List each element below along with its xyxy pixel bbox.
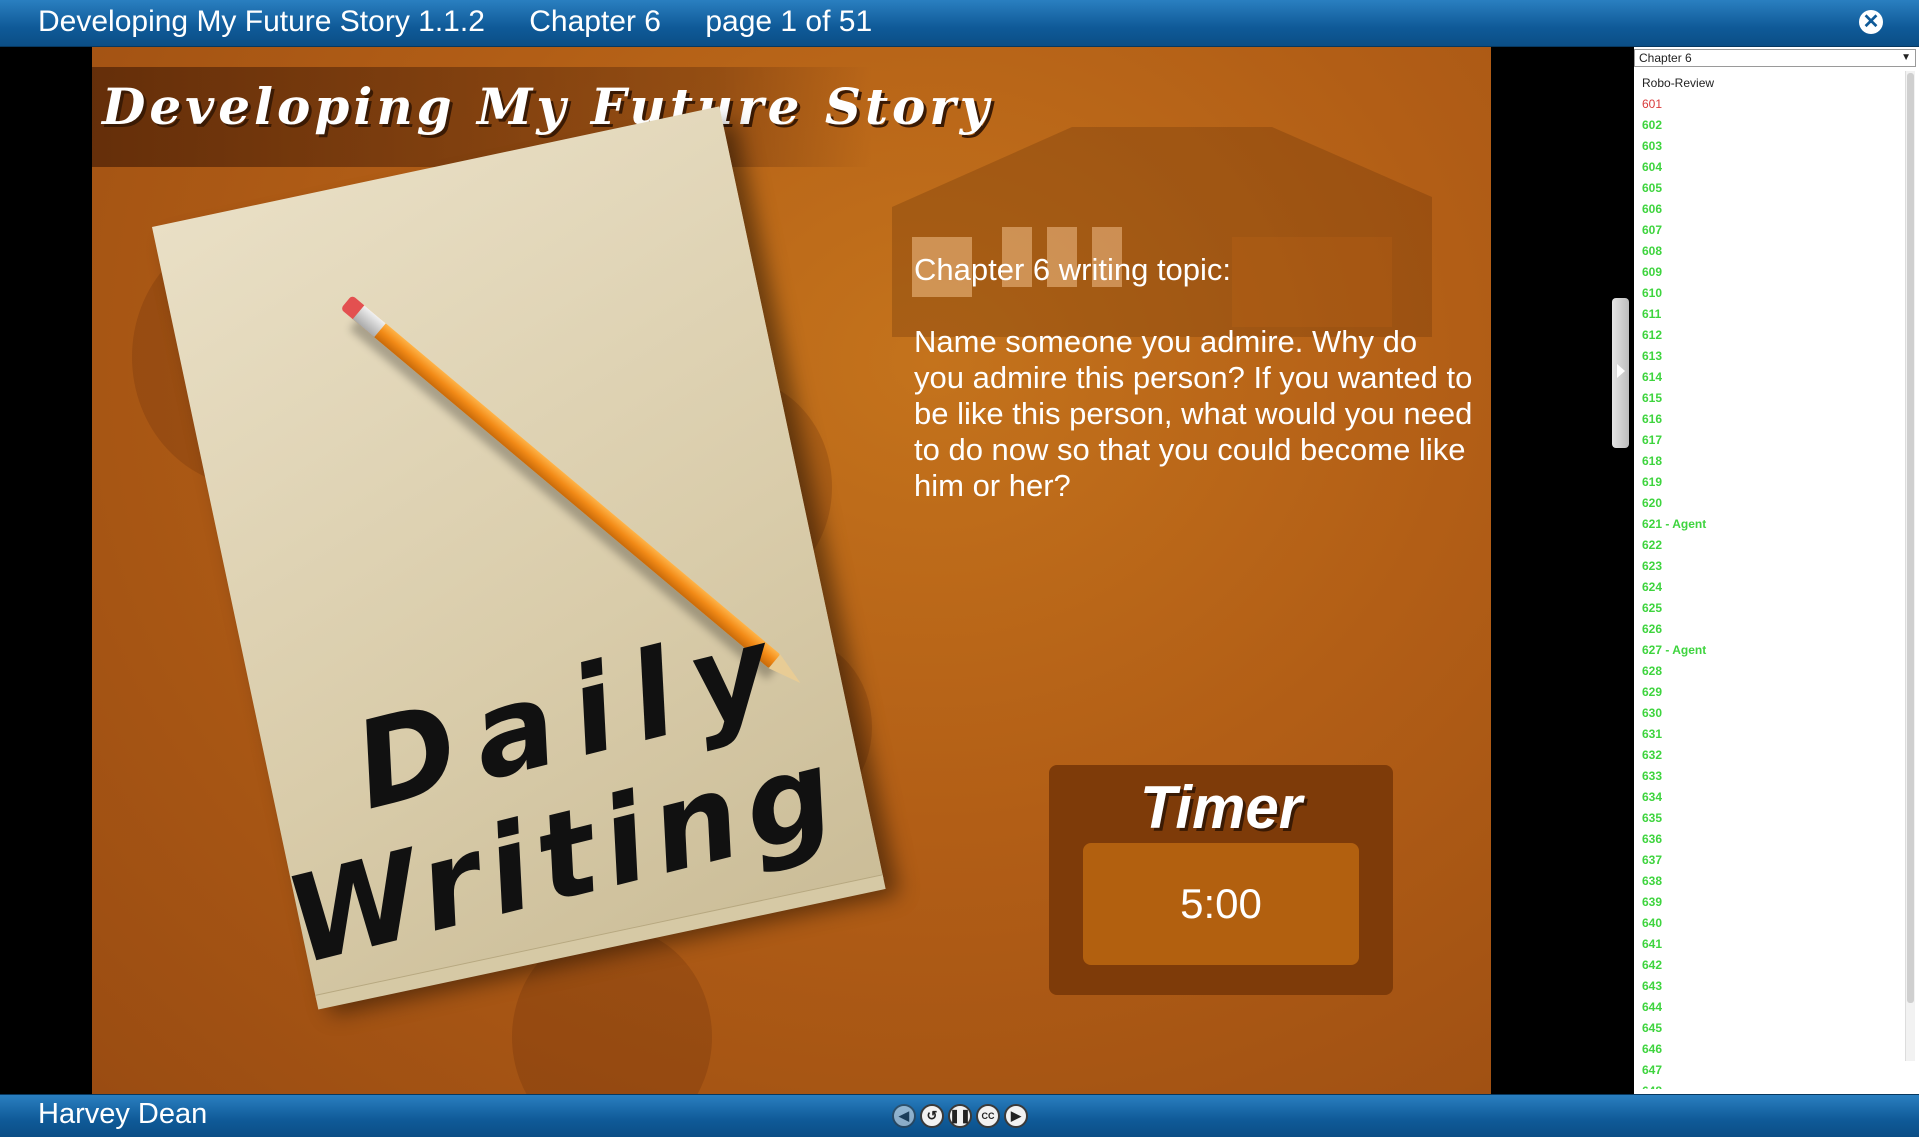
list-item[interactable]: 624 [1642,577,1904,598]
list-item[interactable]: 643 [1642,976,1904,997]
list-item[interactable]: 640 [1642,913,1904,934]
list-item[interactable]: 617 [1642,430,1904,451]
timer-panel: Timer 5:00 [1049,765,1393,995]
list-item[interactable]: 625 [1642,598,1904,619]
list-item[interactable]: 609 [1642,262,1904,283]
list-item[interactable]: 634 [1642,787,1904,808]
navigation-sidebar: Chapter 6 ▼ Robo-Review 601 602 603 604 605 60… [1634,47,1919,1095]
list-item[interactable]: 627 - Agent [1642,640,1904,661]
list-item[interactable]: 620 [1642,493,1904,514]
chapter-select-value: Chapter 6 [1639,51,1692,65]
list-item[interactable]: 647 [1642,1060,1904,1081]
list-item[interactable]: 604 [1642,157,1904,178]
list-item[interactable]: 621 - Agent [1642,514,1904,535]
title-text: Developing My Future Story 1.1.2 Chapter… [38,4,908,40]
list-item[interactable]: 606 [1642,199,1904,220]
list-item[interactable]: 616 [1642,409,1904,430]
list-item[interactable]: 636 [1642,829,1904,850]
back-icon[interactable]: ◀ [892,1104,916,1128]
list-item[interactable]: 619 [1642,472,1904,493]
scrollbar-thumb[interactable] [1907,73,1914,1003]
forward-icon[interactable]: ▶ [1004,1104,1028,1128]
list-item[interactable]: 615 [1642,388,1904,409]
sidebar-scrollbar[interactable] [1905,71,1915,1061]
list-item[interactable]: 630 [1642,703,1904,724]
list-item[interactable]: 633 [1642,766,1904,787]
list-item[interactable]: 611 [1642,304,1904,325]
list-item[interactable]: 629 [1642,682,1904,703]
timer-value: 5:00 [1083,843,1359,965]
list-item[interactable]: 632 [1642,745,1904,766]
list-item[interactable]: 635 [1642,808,1904,829]
list-item[interactable]: 614 [1642,367,1904,388]
list-item[interactable]: 623 [1642,556,1904,577]
page-indicator: page 1 of 51 [705,5,873,38]
footer-bar: Harvey Dean ◀ ↺ ❚❚ CC ▶ [0,1094,1919,1137]
close-icon[interactable]: ✕ [1859,10,1883,34]
list-item[interactable]: 602 [1642,115,1904,136]
list-item[interactable]: 613 [1642,346,1904,367]
pause-icon[interactable]: ❚❚ [948,1104,972,1128]
writing-topic: Chapter 6 writing topic: Name someone yo… [914,252,1474,504]
list-item[interactable]: 610 [1642,283,1904,304]
playback-controls: ◀ ↺ ❚❚ CC ▶ [892,1104,1028,1128]
list-item[interactable]: 603 [1642,136,1904,157]
list-item[interactable]: 645 [1642,1018,1904,1039]
chapter-select[interactable]: Chapter 6 ▼ [1634,49,1916,67]
list-item[interactable]: 626 [1642,619,1904,640]
list-item[interactable]: 646 [1642,1039,1904,1060]
timer-label: Timer [1139,774,1303,841]
list-item[interactable]: 612 [1642,325,1904,346]
chapter-label: Chapter 6 [529,5,661,38]
list-item[interactable]: 637 [1642,850,1904,871]
title-bar: Developing My Future Story 1.1.2 Chapter… [0,0,1919,47]
banner-title: Developing My Future Story [102,77,993,136]
user-name: Harvey Dean [38,1098,208,1130]
topic-question: Name someone you admire. Why do you admi… [914,324,1473,503]
replay-icon[interactable]: ↺ [920,1104,944,1128]
list-item[interactable]: 648 [1642,1081,1904,1089]
list-item[interactable]: 618 [1642,451,1904,472]
app-title: Developing My Future Story 1.1.2 [38,5,485,38]
list-header: Robo-Review [1642,76,1715,90]
page-list: Robo-Review 601 602 603 604 605 606 607 608 609 61… [1642,73,1904,1089]
topic-heading: Chapter 6 writing topic: [914,252,1232,287]
lesson-stage: Developing My Future Story Daily Writing… [92,47,1491,1095]
list-item[interactable]: 639 [1642,892,1904,913]
list-item[interactable]: 608 [1642,241,1904,262]
list-item[interactable]: 601 [1642,94,1904,115]
chevron-down-icon: ▼ [1901,52,1911,63]
chevron-right-icon [1617,364,1625,378]
list-item[interactable]: 607 [1642,220,1904,241]
list-item[interactable]: 622 [1642,535,1904,556]
list-item[interactable]: 631 [1642,724,1904,745]
list-item[interactable]: 605 [1642,178,1904,199]
list-item[interactable]: 638 [1642,871,1904,892]
list-item[interactable]: 628 [1642,661,1904,682]
captions-icon[interactable]: CC [976,1104,1000,1128]
list-item[interactable]: 644 [1642,997,1904,1018]
sidebar-toggle-handle[interactable] [1612,298,1629,448]
list-item[interactable]: 642 [1642,955,1904,976]
list-item[interactable]: 641 [1642,934,1904,955]
